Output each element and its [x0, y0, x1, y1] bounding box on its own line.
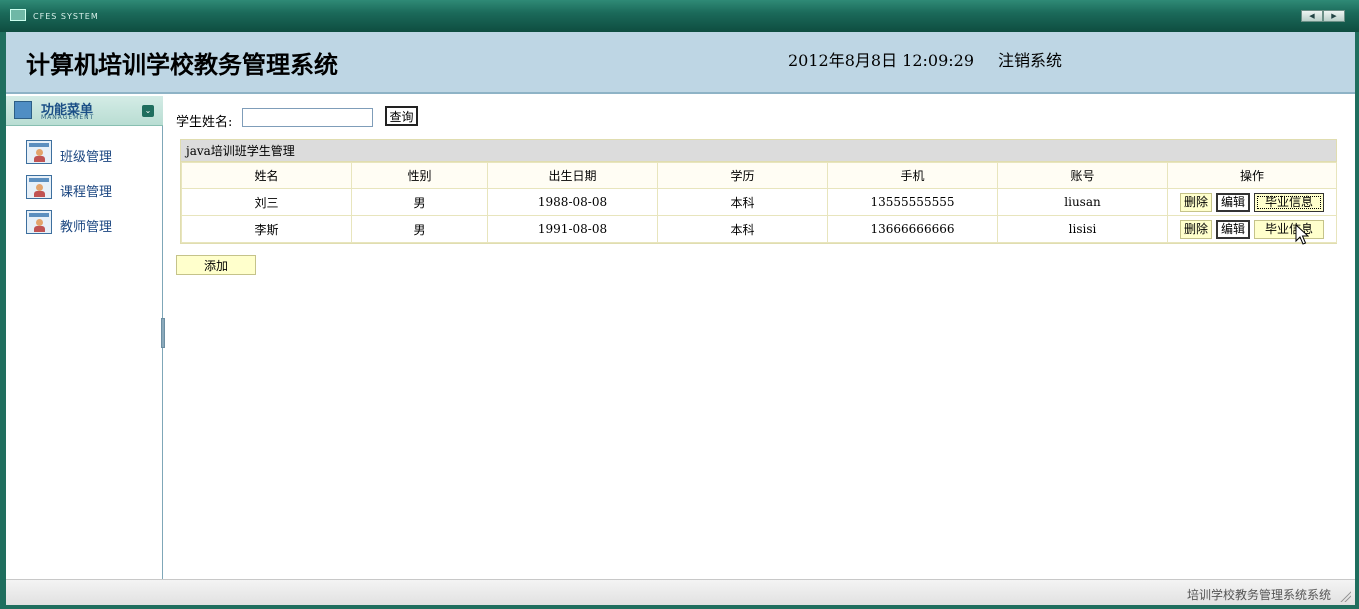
table-header-row: 姓名 性别 出生日期 学历 手机 账号 操作 — [181, 162, 1337, 189]
search-button[interactable]: 查询 — [385, 106, 418, 126]
student-grid: java培训班学生管理 姓名 性别 出生日期 学历 手机 账号 操作 刘三 男 … — [180, 139, 1337, 244]
menu-upload-icon — [14, 101, 32, 119]
cell-name: 刘三 — [181, 188, 352, 216]
status-bar: 培训学校教务管理系统系统 — [6, 579, 1355, 605]
sidebar-item-courses[interactable]: 课程管理 — [26, 175, 146, 201]
nav-next-icon[interactable]: ▶ — [1323, 10, 1345, 22]
column-header: 性别 — [351, 162, 488, 189]
menu-subtitle: MANAGEMENT — [41, 114, 95, 121]
sidebar-item-classes[interactable]: 班级管理 — [26, 140, 146, 166]
mouse-pointer-icon — [1295, 224, 1309, 245]
resize-grip-icon[interactable] — [1339, 590, 1351, 602]
user-card-icon — [26, 175, 52, 199]
cell-actions: 删除 编辑 毕业信息 — [1167, 215, 1337, 243]
user-card-icon — [26, 140, 52, 164]
column-header: 学历 — [657, 162, 828, 189]
table-row: 刘三 男 1988-08-08 本科 13555555555 liusan 删除… — [181, 188, 1337, 216]
app-brand: CFES SYSTEM — [33, 12, 99, 21]
frame-bottom — [0, 605, 1359, 609]
date-time: 2012年8月8日 12:09:29 — [788, 51, 975, 70]
nav-prev-icon[interactable]: ◀ — [1301, 10, 1323, 22]
student-name-input[interactable] — [242, 108, 373, 127]
graduation-info-button[interactable]: 毕业信息 — [1254, 219, 1325, 239]
add-student-button[interactable]: 添加 — [176, 255, 256, 275]
collapse-toggle-icon[interactable]: ⌄ — [142, 105, 154, 117]
column-header: 账号 — [997, 162, 1168, 189]
sidebar-item-label: 教师管理 — [60, 220, 113, 235]
cell-gender: 男 — [351, 188, 488, 216]
column-header: 操作 — [1167, 162, 1337, 189]
menu-header: 功能菜单 MANAGEMENT ⌄ — [6, 96, 163, 126]
user-card-icon — [26, 210, 52, 234]
edit-button[interactable]: 编辑 — [1216, 192, 1251, 212]
column-header: 手机 — [827, 162, 998, 189]
app-monitor-icon — [10, 9, 26, 21]
status-text: 培训学校教务管理系统系统 — [1186, 588, 1331, 602]
student-table: 姓名 性别 出生日期 学历 手机 账号 操作 刘三 男 1988-08-08 本… — [181, 162, 1337, 243]
sidebar: 功能菜单 MANAGEMENT ⌄ 班级管理 课程管理 教师管理 — [6, 96, 163, 579]
delete-button[interactable]: 删除 — [1179, 192, 1212, 212]
sidebar-item-teachers[interactable]: 教师管理 — [26, 210, 146, 236]
frame-right — [1355, 32, 1359, 609]
window-title-bar: CFES SYSTEM ◀ ▶ — [0, 0, 1359, 32]
cell-phone: 13666666666 — [827, 215, 998, 243]
delete-button[interactable]: 删除 — [1179, 219, 1212, 239]
edit-button[interactable]: 编辑 — [1216, 219, 1251, 239]
graduation-info-button[interactable]: 毕业信息 — [1254, 192, 1325, 212]
cell-account: liusan — [997, 188, 1168, 216]
table-row: 李斯 男 1991-08-08 本科 13666666666 lisisi 删除… — [181, 215, 1337, 243]
cell-phone: 13555555555 — [827, 188, 998, 216]
app-header: 计算机培训学校教务管理系统 2012年8月8日 12:09:29 注销系统 — [6, 32, 1355, 94]
cell-account: lisisi — [997, 215, 1168, 243]
sidebar-item-label: 课程管理 — [60, 185, 113, 200]
cell-education: 本科 — [657, 188, 828, 216]
column-header: 姓名 — [181, 162, 352, 189]
cell-birth: 1988-08-08 — [487, 188, 658, 216]
column-header: 出生日期 — [487, 162, 658, 189]
search-label: 学生姓名: — [176, 115, 233, 130]
window-nav: ◀ ▶ — [1301, 10, 1345, 22]
panel-splitter[interactable] — [161, 318, 165, 348]
logout-link[interactable]: 注销系统 — [998, 47, 1062, 71]
grid-caption: java培训班学生管理 — [181, 140, 1336, 162]
cell-birth: 1991-08-08 — [487, 215, 658, 243]
page-title: 计算机培训学校教务管理系统 — [26, 50, 338, 79]
main-content: 学生姓名: 查询 java培训班学生管理 姓名 性别 出生日期 学历 手机 账号… — [166, 96, 1355, 579]
cell-education: 本科 — [657, 215, 828, 243]
cell-name: 李斯 — [181, 215, 352, 243]
sidebar-item-label: 班级管理 — [60, 150, 113, 165]
cell-gender: 男 — [351, 215, 488, 243]
cell-actions: 删除 编辑 毕业信息 — [1167, 188, 1337, 216]
